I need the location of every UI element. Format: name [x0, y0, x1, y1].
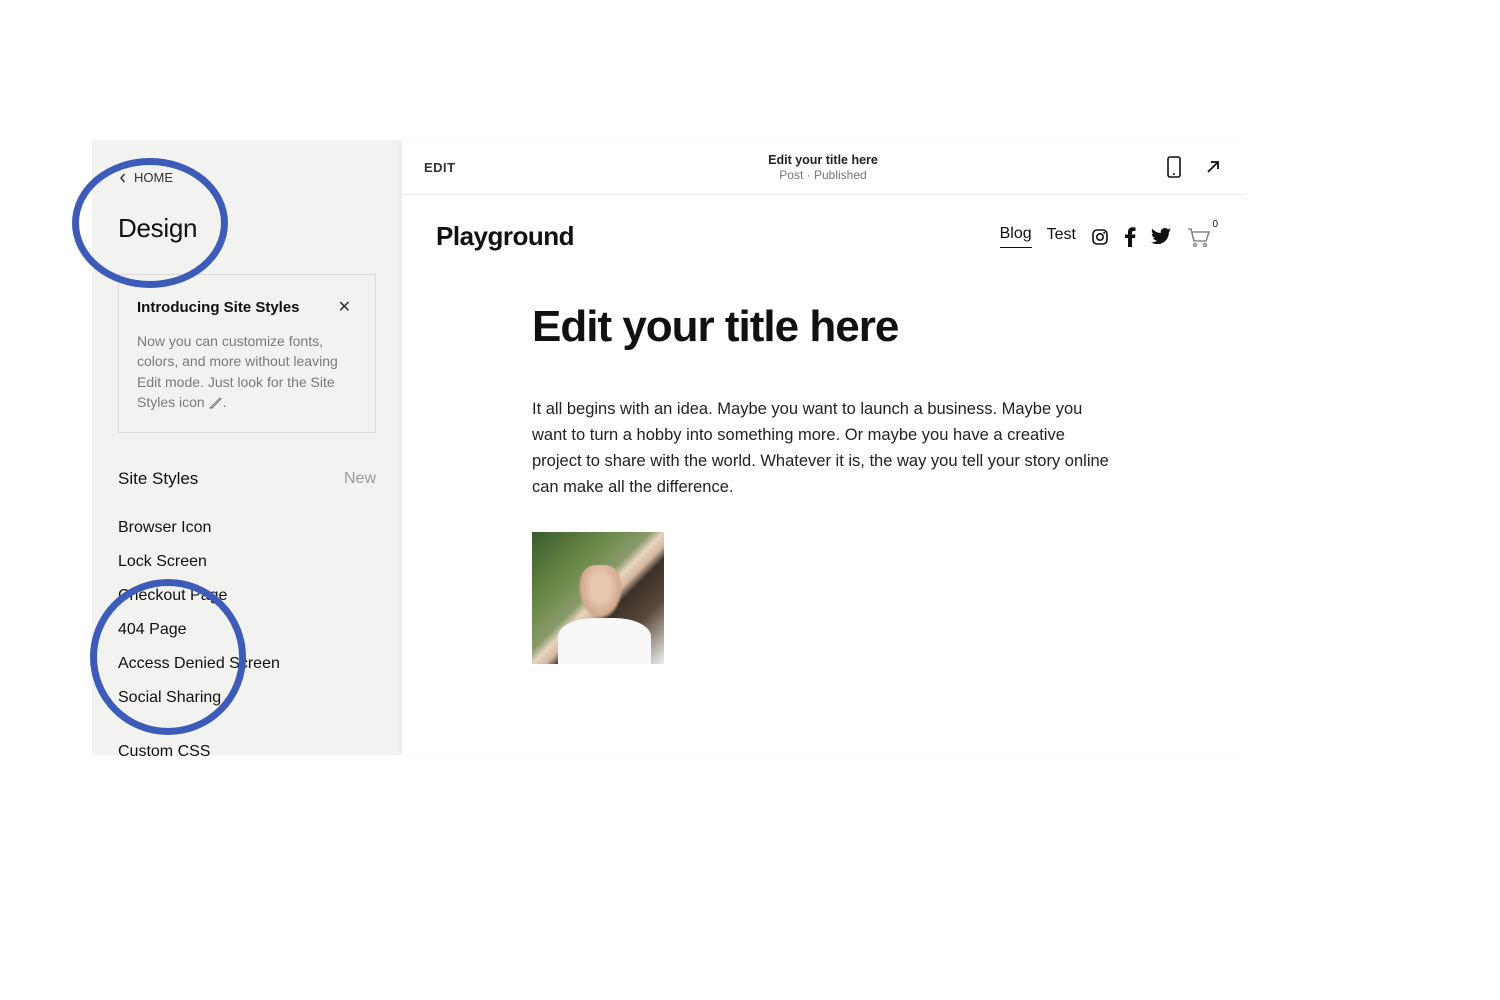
- intro-card-body: Now you can customize fonts, colors, and…: [137, 331, 357, 414]
- post-body[interactable]: It all begins with an idea. Maybe you wa…: [532, 396, 1114, 500]
- preview-toolbar: EDIT Edit your title here Post · Publish…: [402, 140, 1244, 195]
- nav-link-blog[interactable]: Blog: [1000, 225, 1032, 248]
- intro-body-post: .: [223, 394, 227, 410]
- sidebar-item-label: Site Styles: [118, 469, 198, 489]
- sidebar-item-custom-css[interactable]: Custom CSS: [118, 735, 376, 769]
- toolbar-center: Edit your title here Post · Published: [768, 153, 878, 182]
- paintbrush-icon: [209, 394, 223, 414]
- site-nav: Blog Test 0: [1000, 225, 1210, 248]
- new-badge: New: [344, 470, 376, 488]
- twitter-icon[interactable]: [1151, 228, 1171, 245]
- preview-content: Playground Blog Test 0: [402, 195, 1244, 755]
- toolbar-right: [1166, 156, 1222, 178]
- sidebar-item-label: 404 Page: [118, 621, 187, 639]
- cart-count: 0: [1212, 219, 1218, 230]
- sidebar-item-label: Checkout Page: [118, 587, 227, 605]
- intro-card-header: Introducing Site Styles ✕: [137, 295, 357, 319]
- sidebar-item-site-styles[interactable]: Site Styles New: [118, 461, 376, 497]
- preview-panel: EDIT Edit your title here Post · Publish…: [402, 140, 1244, 755]
- back-link[interactable]: HOME: [118, 170, 376, 185]
- site-name[interactable]: Playground: [436, 221, 574, 252]
- sidebar-item-label: Access Denied Screen: [118, 655, 280, 673]
- design-sidebar: HOME Design Introducing Site Styles ✕ No…: [92, 140, 402, 755]
- edit-button[interactable]: EDIT: [424, 160, 456, 175]
- intro-card: Introducing Site Styles ✕ Now you can cu…: [118, 274, 376, 433]
- sidebar-item-checkout-page[interactable]: Checkout Page: [118, 579, 376, 613]
- toolbar-subtitle: Post · Published: [768, 168, 878, 182]
- sidebar-item-lock-screen[interactable]: Lock Screen: [118, 545, 376, 579]
- sidebar-item-label: Custom CSS: [118, 743, 210, 761]
- back-label: HOME: [134, 170, 173, 185]
- mobile-preview-icon[interactable]: [1166, 156, 1182, 178]
- sidebar-item-label: Lock Screen: [118, 553, 207, 571]
- post-image[interactable]: [532, 532, 664, 664]
- post-title[interactable]: Edit your title here: [532, 302, 1114, 352]
- intro-card-title: Introducing Site Styles: [137, 299, 300, 316]
- cart-icon[interactable]: 0: [1186, 227, 1210, 247]
- post-area: Edit your title here It all begins with …: [402, 262, 1244, 664]
- panel-title: Design: [118, 213, 376, 244]
- instagram-icon[interactable]: [1091, 228, 1109, 246]
- sidebar-item-access-denied[interactable]: Access Denied Screen: [118, 647, 376, 681]
- chevron-left-icon: [118, 173, 128, 183]
- sidebar-item-404-page[interactable]: 404 Page: [118, 613, 376, 647]
- facebook-icon[interactable]: [1124, 227, 1136, 247]
- intro-body-pre: Now you can customize fonts, colors, and…: [137, 333, 338, 410]
- sidebar-item-label: Social Sharing: [118, 689, 221, 707]
- close-icon[interactable]: ✕: [332, 295, 357, 319]
- toolbar-title: Edit your title here: [768, 153, 878, 167]
- sidebar-item-browser-icon[interactable]: Browser Icon: [118, 511, 376, 545]
- open-external-icon[interactable]: [1204, 158, 1222, 176]
- app-frame: HOME Design Introducing Site Styles ✕ No…: [92, 140, 1244, 755]
- sidebar-item-social-sharing[interactable]: Social Sharing: [118, 681, 376, 715]
- nav-link-test[interactable]: Test: [1047, 226, 1076, 248]
- site-header: Playground Blog Test 0: [402, 195, 1244, 262]
- sidebar-item-label: Browser Icon: [118, 519, 211, 537]
